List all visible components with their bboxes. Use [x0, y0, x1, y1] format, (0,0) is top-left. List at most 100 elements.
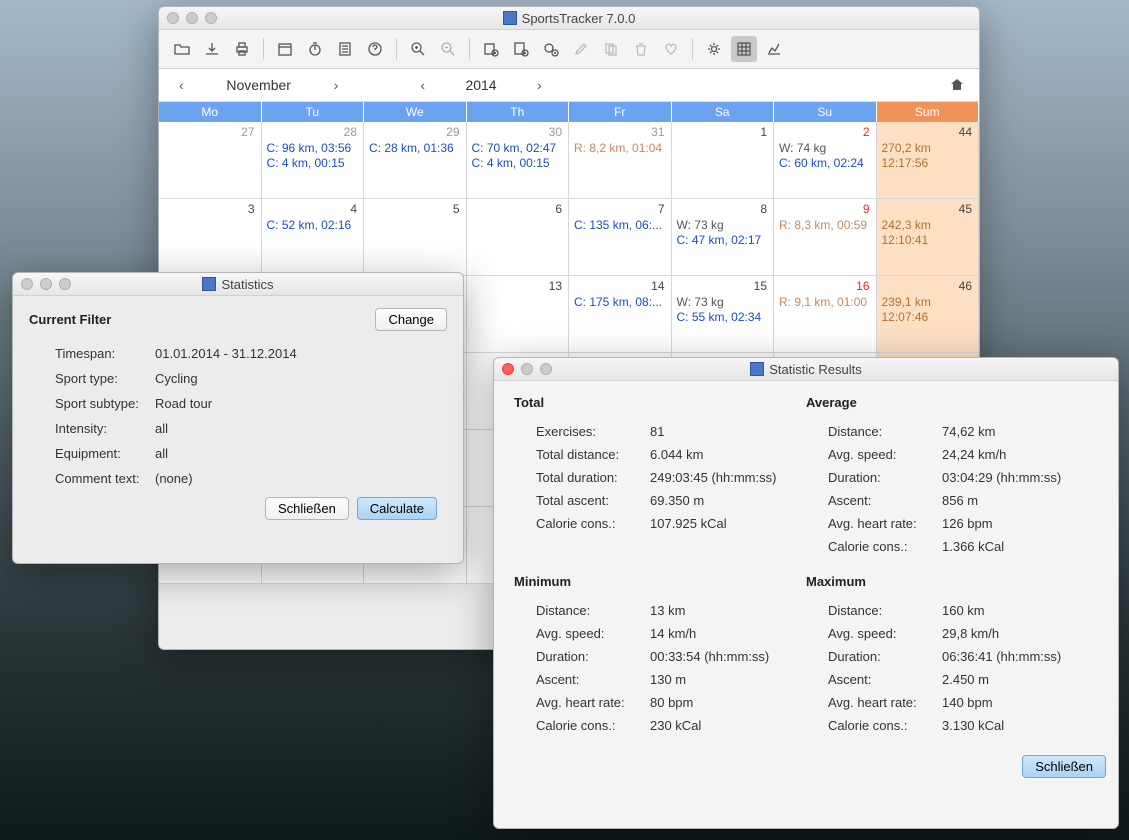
- prev-month-button[interactable]: ‹: [173, 75, 190, 95]
- edit-icon[interactable]: [568, 36, 594, 62]
- app-icon: [202, 277, 216, 291]
- stat-row: Ascent:2.450 m: [806, 668, 1098, 691]
- zoom-icon[interactable]: [59, 278, 71, 290]
- cal-cell[interactable]: 28C: 96 km, 03:56C: 4 km, 00:15: [262, 122, 365, 198]
- heart-icon[interactable]: [658, 36, 684, 62]
- stat-row: Total ascent:69.350 m: [514, 489, 806, 512]
- stat-row: Total duration:249:03:45 (hh:mm:ss): [514, 466, 806, 489]
- print-icon[interactable]: [229, 36, 255, 62]
- close-icon[interactable]: [502, 363, 514, 375]
- stat-label: Avg. heart rate:: [828, 695, 942, 710]
- save-icon[interactable]: [199, 36, 225, 62]
- zoom-out-icon[interactable]: [435, 36, 461, 62]
- cal-cell[interactable]: 13: [467, 276, 570, 352]
- next-month-button[interactable]: ›: [328, 75, 345, 95]
- filter-value: Cycling: [155, 371, 198, 386]
- stat-row: Distance:13 km: [514, 599, 806, 622]
- stat-label: Duration:: [828, 649, 942, 664]
- stat-label: Calorie cons.:: [828, 539, 942, 554]
- stat-label: Calorie cons.:: [828, 718, 942, 733]
- close-icon[interactable]: [167, 12, 179, 24]
- cal-cell[interactable]: 16R: 9,1 km, 01:00: [774, 276, 877, 352]
- calculate-button[interactable]: Calculate: [357, 497, 437, 520]
- filter-value: all: [155, 446, 168, 461]
- cal-cell[interactable]: 7C: 135 km, 06:...: [569, 199, 672, 275]
- app-icon: [750, 362, 764, 376]
- stat-label: Total ascent:: [536, 493, 650, 508]
- cal-cell[interactable]: 8W: 73 kgC: 47 km, 02:17: [672, 199, 775, 275]
- document-icon[interactable]: [332, 36, 358, 62]
- minimize-icon[interactable]: [186, 12, 198, 24]
- calendar-icon[interactable]: [272, 36, 298, 62]
- filter-label: Intensity:: [55, 421, 155, 436]
- filter-label: Comment text:: [55, 471, 155, 486]
- cal-cell[interactable]: 5: [364, 199, 467, 275]
- stat-value: 14 km/h: [650, 626, 696, 641]
- stat-row: Duration:06:36:41 (hh:mm:ss): [806, 645, 1098, 668]
- cal-cell[interactable]: 27: [159, 122, 262, 198]
- stat-value: 1.366 kCal: [942, 539, 1004, 554]
- help-icon[interactable]: [362, 36, 388, 62]
- change-button[interactable]: Change: [375, 308, 447, 331]
- dayhead-su: Su: [774, 102, 877, 122]
- filter-label: Sport subtype:: [55, 396, 155, 411]
- stat-label: Avg. heart rate:: [536, 695, 650, 710]
- cal-cell[interactable]: 3: [159, 199, 262, 275]
- calendar-view-icon[interactable]: [731, 36, 757, 62]
- gear-icon[interactable]: [701, 36, 727, 62]
- stat-label: Distance:: [828, 424, 942, 439]
- close-icon[interactable]: [21, 278, 33, 290]
- cal-cell[interactable]: 4C: 52 km, 02:16: [262, 199, 365, 275]
- zoom-icon[interactable]: [540, 363, 552, 375]
- cal-cell[interactable]: 30C: 70 km, 02:47C: 4 km, 00:15: [467, 122, 570, 198]
- minimize-icon[interactable]: [40, 278, 52, 290]
- stat-row: Duration:00:33:54 (hh:mm:ss): [514, 645, 806, 668]
- stat-value: 3.130 kCal: [942, 718, 1004, 733]
- delete-icon[interactable]: [628, 36, 654, 62]
- zoom-icon[interactable]: [205, 12, 217, 24]
- minimize-icon[interactable]: [521, 363, 533, 375]
- open-icon[interactable]: [169, 36, 195, 62]
- stat-row: Avg. heart rate:140 bpm: [806, 691, 1098, 714]
- stat-label: Ascent:: [828, 493, 942, 508]
- section-head-total: Total: [514, 395, 806, 410]
- stat-value: 80 bpm: [650, 695, 693, 710]
- next-year-button[interactable]: ›: [531, 75, 548, 95]
- add-note-icon[interactable]: [508, 36, 534, 62]
- copy-icon[interactable]: [598, 36, 624, 62]
- cal-sum-cell: 46239,1 km12:07:46: [877, 276, 980, 352]
- stat-row: Distance:160 km: [806, 599, 1098, 622]
- prev-year-button[interactable]: ‹: [414, 75, 431, 95]
- zoom-in-icon[interactable]: [405, 36, 431, 62]
- cal-cell[interactable]: 1: [672, 122, 775, 198]
- chart-view-icon[interactable]: [761, 36, 787, 62]
- cal-cell[interactable]: 14C: 175 km, 08:...: [569, 276, 672, 352]
- cal-cell[interactable]: 9R: 8,3 km, 00:59: [774, 199, 877, 275]
- window-title: Statistic Results: [494, 362, 1118, 377]
- filter-row: Sport subtype:Road tour: [29, 391, 447, 416]
- cal-cell[interactable]: 6: [467, 199, 570, 275]
- stopwatch-icon[interactable]: [302, 36, 328, 62]
- stat-label: Duration:: [828, 470, 942, 485]
- filter-value: 01.01.2014 - 31.12.2014: [155, 346, 297, 361]
- stat-value: 230 kCal: [650, 718, 701, 733]
- home-icon[interactable]: [949, 77, 965, 93]
- filter-row: Sport type:Cycling: [29, 366, 447, 391]
- close-button[interactable]: Schließen: [1022, 755, 1106, 778]
- close-button[interactable]: Schließen: [265, 497, 349, 520]
- add-exercise-icon[interactable]: [478, 36, 504, 62]
- filter-row: Intensity:all: [29, 416, 447, 441]
- stat-value: 00:33:54 (hh:mm:ss): [650, 649, 769, 664]
- cal-cell[interactable]: 15W: 73 kgC: 55 km, 02:34: [672, 276, 775, 352]
- cal-cell[interactable]: 2W: 74 kgC: 60 km, 02:24: [774, 122, 877, 198]
- stat-label: Avg. speed:: [828, 447, 942, 462]
- stat-value: 126 bpm: [942, 516, 993, 531]
- stat-row: Exercises:81: [514, 420, 806, 443]
- stat-value: 13 km: [650, 603, 685, 618]
- cal-cell[interactable]: 29C: 28 km, 01:36: [364, 122, 467, 198]
- stat-label: Avg. heart rate:: [828, 516, 942, 531]
- cal-cell[interactable]: 31R: 8,2 km, 01:04: [569, 122, 672, 198]
- stat-row: Avg. heart rate:126 bpm: [806, 512, 1098, 535]
- stat-value: 249:03:45 (hh:mm:ss): [650, 470, 776, 485]
- add-weight-icon[interactable]: [538, 36, 564, 62]
